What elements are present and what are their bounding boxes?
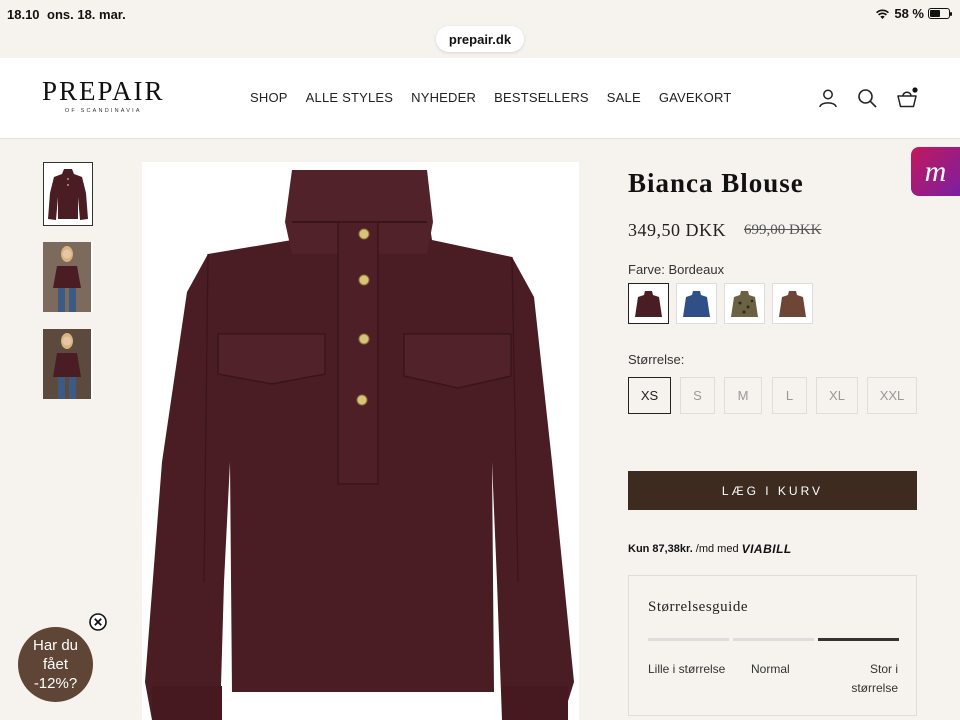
battery-icon: [928, 8, 952, 19]
nav-item-shop[interactable]: SHOP: [250, 90, 288, 105]
viabill-prefix: Kun: [628, 543, 650, 555]
url-bar[interactable]: prepair.dk: [436, 26, 524, 52]
discount-line-3: -12%?: [33, 675, 78, 692]
size-m[interactable]: M: [724, 377, 762, 414]
add-to-cart-button[interactable]: LÆG I KURV: [628, 471, 917, 510]
url-text: prepair.dk: [448, 31, 512, 47]
blouse-illustration: [142, 162, 579, 720]
size-guide-label-large: Stor i: [870, 662, 898, 676]
discount-bubble[interactable]: Har du fået -12%?: [18, 627, 93, 702]
status-date: ons. 18. mar.: [47, 7, 126, 22]
product-title: Bianca Blouse: [628, 168, 804, 198]
size-xxl[interactable]: XXL: [867, 377, 917, 414]
status-right: 58 %: [875, 6, 952, 21]
size-guide-bar-small: [648, 638, 729, 641]
swatch-leopard-image: [728, 287, 761, 320]
app-badge[interactable]: m: [911, 147, 960, 196]
size-s[interactable]: S: [680, 377, 715, 414]
nav-item-sale[interactable]: SALE: [607, 90, 641, 105]
discount-line-1: Har du: [32, 637, 79, 654]
size-guide-label-large-line2: størrelse: [851, 681, 898, 695]
nav-item-gavekort[interactable]: GAVEKORT: [659, 90, 732, 105]
nav-item-bestsellers[interactable]: BESTSELLERS: [494, 90, 589, 105]
status-time: 18.10: [7, 7, 40, 22]
discount-bubble-text: Har du fået -12%?: [33, 636, 78, 693]
search-icon[interactable]: [856, 87, 878, 109]
battery-percent: 58 %: [894, 6, 924, 21]
badge-letter: m: [924, 154, 947, 188]
size-xs[interactable]: XS: [628, 377, 671, 414]
discount-line-2: fået: [42, 656, 69, 673]
close-icon[interactable]: [89, 613, 107, 631]
swatch-blue-image: [680, 287, 713, 320]
main-nav: SHOP ALLE STYLES NYHEDER BESTSELLERS SAL…: [250, 90, 731, 105]
viabill-suffix: /md med: [695, 543, 739, 555]
swatch-bordeaux[interactable]: [628, 283, 669, 324]
thumbnail-2[interactable]: [43, 242, 93, 312]
thumbnail-product-image: [44, 163, 92, 225]
site-header: PREPAIR OF SCANDINAVIA SHOP ALLE STYLES …: [0, 58, 960, 139]
status-bar: 18.10 ons. 18. mar. 58 %: [0, 0, 960, 28]
viabill-logo[interactable]: VIABILL: [742, 542, 792, 556]
swatch-brown-image: [776, 287, 809, 320]
thumbnail-3[interactable]: [43, 329, 93, 399]
size-guide-label-large-2: størrelse: [851, 681, 898, 695]
user-icon[interactable]: [817, 87, 839, 109]
thumbnail-1[interactable]: [43, 162, 93, 226]
logo[interactable]: PREPAIR OF SCANDINAVIA: [42, 77, 165, 114]
color-label: Farve: Bordeaux: [628, 262, 725, 277]
size-label: Størrelse:: [628, 352, 685, 367]
size-guide: Størrelsesguide Lille i størrelse Normal…: [628, 575, 917, 716]
product-price: 349,50 DKK: [628, 220, 726, 240]
size-guide-label-normal: Normal: [751, 662, 790, 676]
logo-subtext: OF SCANDINAVIA: [64, 108, 142, 114]
size-guide-label-small: Lille i størrelse: [648, 662, 726, 676]
nav-item-alle-styles[interactable]: ALLE STYLES: [306, 90, 393, 105]
swatch-brown[interactable]: [772, 283, 813, 324]
size-l[interactable]: L: [772, 377, 807, 414]
product-old-price: 699,00 DKK: [744, 222, 822, 238]
main-product-image[interactable]: [142, 162, 579, 720]
bag-icon[interactable]: [896, 87, 918, 109]
size-xl[interactable]: XL: [816, 377, 858, 414]
swatch-blue[interactable]: [676, 283, 717, 324]
viabill-info: Kun 87,38kr. /md med VIABILL: [628, 542, 792, 556]
size-guide-bar-large: [818, 638, 899, 641]
swatch-bordeaux-image: [632, 287, 665, 320]
logo-text: PREPAIR: [42, 76, 165, 106]
size-guide-label-large-line1: Stor i: [869, 662, 898, 676]
thumbnail-model-image: [43, 242, 91, 312]
wifi-icon: [876, 8, 890, 19]
swatch-leopard[interactable]: [724, 283, 765, 324]
thumbnail-model-image: [43, 329, 91, 399]
viabill-amount: 87,38kr.: [652, 543, 693, 555]
size-guide-title: Størrelsesguide: [648, 599, 748, 615]
nav-item-nyheder[interactable]: NYHEDER: [411, 90, 476, 105]
size-guide-bar-normal: [733, 638, 814, 641]
